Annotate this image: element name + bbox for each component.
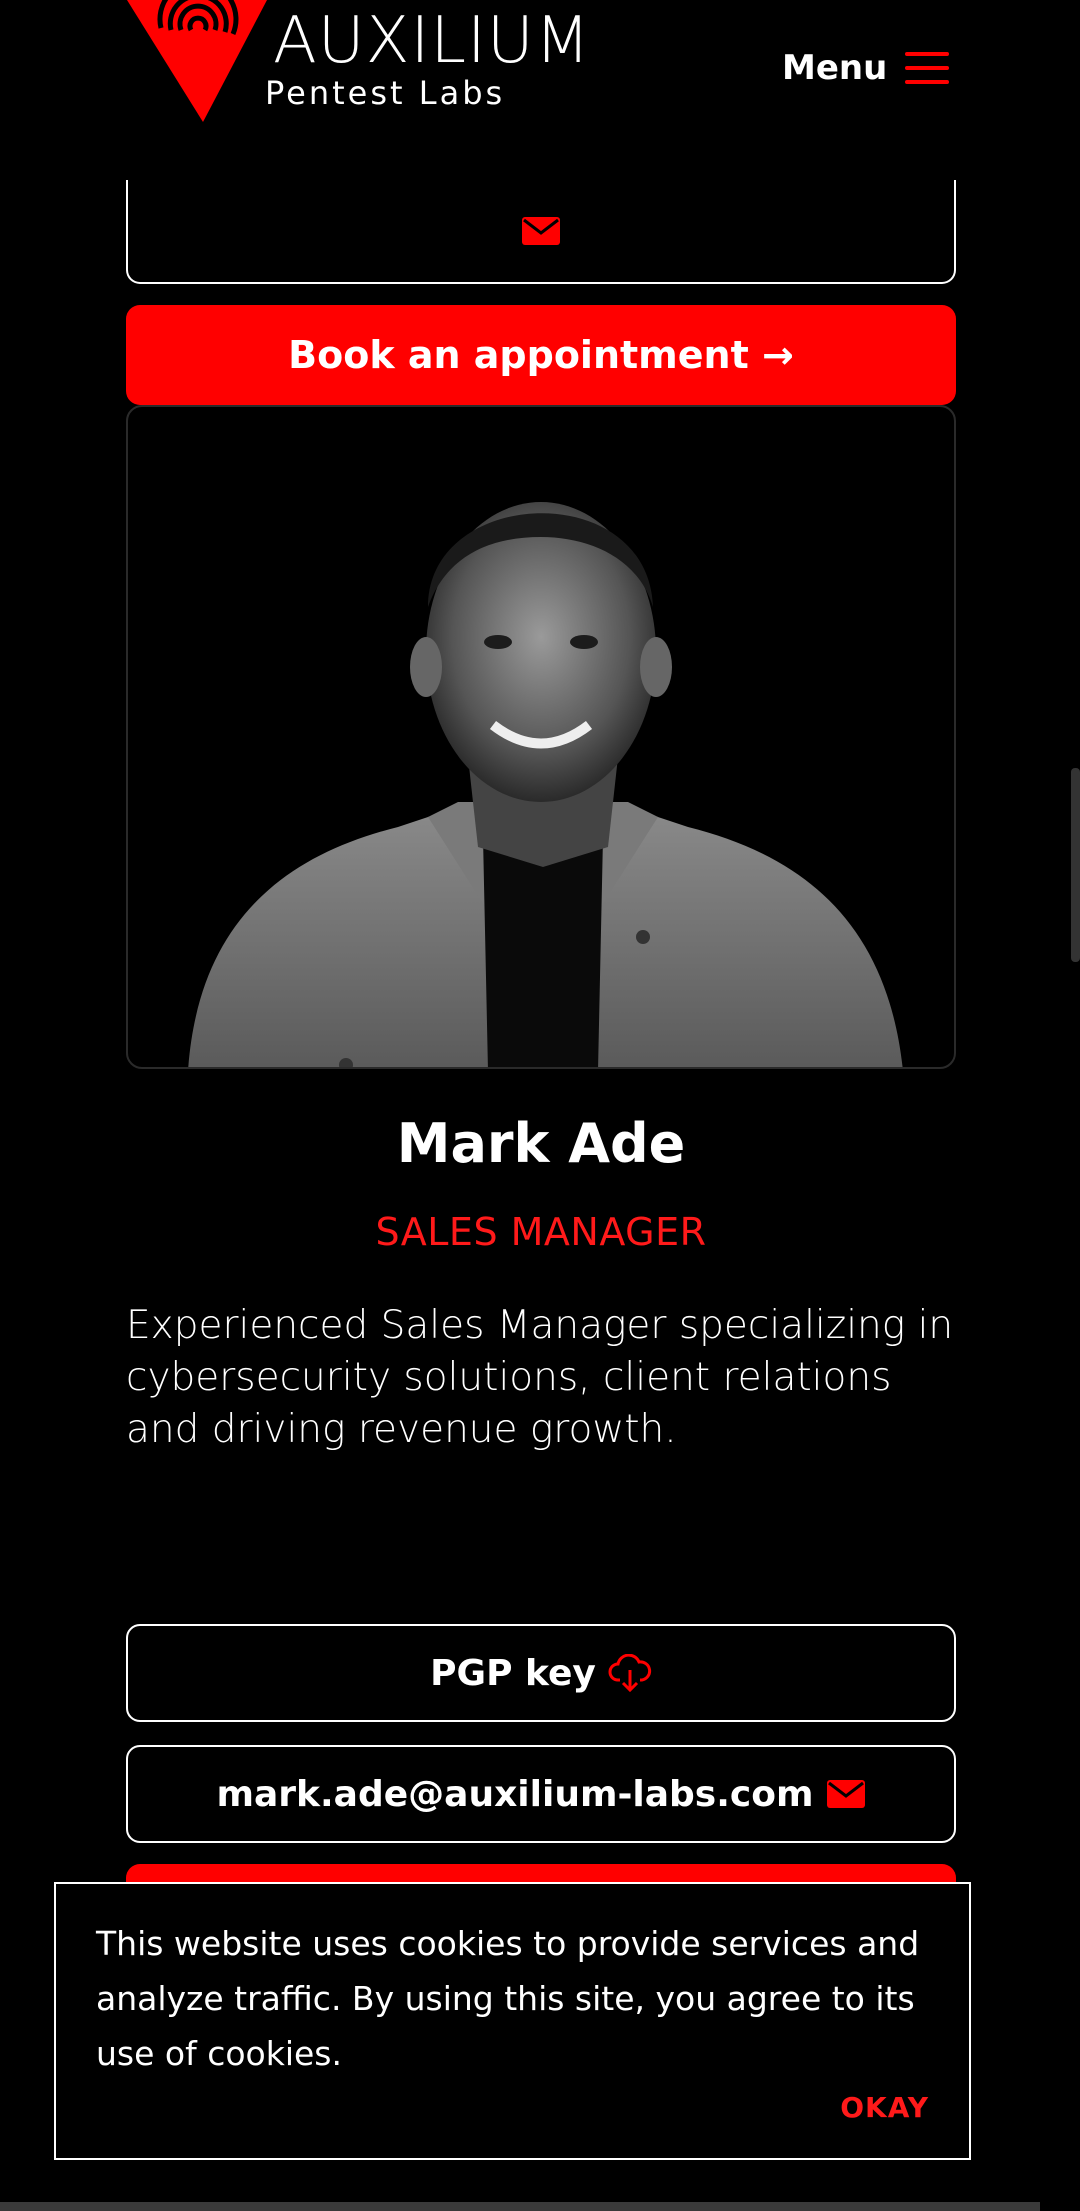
auxilium-logo[interactable]: AUXILIUM Pentest Labs [125,0,605,130]
fingerprint-triangle-logo-icon [127,0,267,122]
hamburger-icon [905,48,950,88]
book-appointment-button[interactable]: Book an appointment → [126,305,956,405]
email-button[interactable]: mark.ade@auxilium-labs.com [126,1745,956,1843]
menu-label: Menu [782,48,888,88]
vertical-scrollbar[interactable] [1071,768,1080,962]
menu-button[interactable]: Menu [782,40,950,96]
mail-icon [522,217,560,245]
horizontal-scrollbar[interactable] [0,2202,1040,2211]
cookie-banner: This website uses cookies to provide ser… [54,1882,971,2160]
profile-bio: Experienced Sales Manager specializing i… [126,1303,954,1452]
logo-title: AUXILIUM [273,4,591,78]
cookie-text: This website uses cookies to provide ser… [96,1924,920,2073]
portrait-image [188,502,903,1067]
pgp-key-label: PGP key [430,1652,596,1694]
pgp-key-button[interactable]: PGP key [126,1624,956,1722]
profile-role: SALES MANAGER [375,1210,707,1254]
email-address: mark.ade@auxilium-labs.com [216,1773,814,1815]
cookie-okay-button[interactable]: OKAY [840,2091,929,2124]
site-header: AUXILIUM Pentest Labs Menu [0,0,1080,150]
profile-name: Mark Ade [396,1112,686,1175]
mail-icon [826,1780,865,1808]
profile-photo [126,405,956,1069]
cloud-download-icon [608,1654,651,1692]
previous-email-button[interactable] [126,180,956,284]
logo-subtitle: Pentest Labs [265,74,506,112]
